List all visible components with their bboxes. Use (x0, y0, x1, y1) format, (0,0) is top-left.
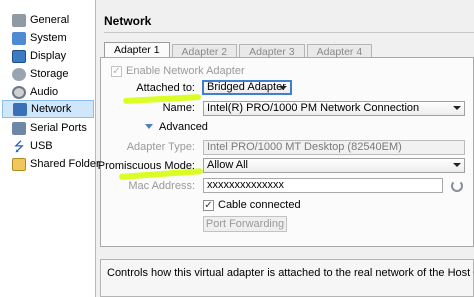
sidebar-item-label: Audio (30, 86, 59, 98)
sidebar-item-storage[interactable]: Storage (2, 65, 94, 83)
storage-icon (12, 67, 26, 81)
description-text: Controls how this virtual adapter is att… (107, 267, 474, 279)
cable-connected-checkbox[interactable]: ✓ (203, 200, 214, 211)
name-value: Intel(R) PRO/1000 PM Network Connection (207, 102, 420, 114)
sidebar-item-label: USB (30, 140, 53, 152)
sidebar-item-label: General (30, 14, 70, 26)
enable-adapter-checkbox[interactable]: ✓ (111, 66, 122, 77)
adapter-type-value: Intel PRO/1000 MT Desktop (82540EM) (207, 141, 402, 153)
sidebar-item-general[interactable]: General (2, 11, 94, 29)
promiscuous-mode-select[interactable]: Allow All (203, 158, 465, 173)
system-icon (12, 31, 26, 45)
shared-folders-icon (12, 157, 26, 171)
sidebar-item-label: Network (31, 103, 72, 115)
promiscuous-mode-label: Promiscuous Mode: (97, 160, 195, 172)
sidebar-item-label: Display (30, 50, 67, 62)
sidebar-item-network[interactable]: Network (2, 100, 94, 118)
sidebar-item-label: Storage (30, 68, 69, 80)
attached-to-value: Bridged Adapter (207, 81, 286, 93)
disclosure-triangle-icon[interactable] (145, 124, 153, 129)
promiscuous-mode-value: Allow All (207, 159, 248, 171)
page-title: Network (104, 14, 152, 28)
sidebar-item-serial-ports[interactable]: Serial Ports (2, 119, 94, 137)
title-divider (104, 32, 474, 33)
settings-main: Network Adapter 1 Adapter 2 Adapter 3 Ad… (96, 0, 474, 297)
attached-to-label: Attached to: (136, 82, 195, 94)
adapter-panel: ✓ Enable Network Adapter Attached to: Br… (97, 57, 474, 247)
sidebar-item-label: System (30, 32, 67, 44)
name-label: Name: (162, 102, 195, 114)
name-select[interactable]: Intel(R) PRO/1000 PM Network Connection (203, 101, 465, 116)
mac-address-value: xxxxxxxxxxxxxx (207, 179, 284, 191)
sidebar-item-usb[interactable]: ⭍ USB (2, 137, 94, 155)
chevron-down-icon (453, 106, 461, 110)
chevron-down-icon (453, 163, 461, 167)
network-icon (13, 102, 27, 116)
sidebar-item-display[interactable]: Display (2, 47, 94, 65)
sidebar-item-shared-folders[interactable]: Shared Folders (2, 155, 105, 173)
cable-connected-label: Cable connected (218, 199, 301, 211)
attached-to-select[interactable]: Bridged Adapter (202, 80, 292, 95)
description-box: Controls how this virtual adapter is att… (100, 259, 474, 297)
sidebar-item-label: Serial Ports (30, 122, 87, 134)
advanced-toggle[interactable]: Advanced (159, 121, 208, 133)
adapter-tabs: Adapter 1 Adapter 2 Adapter 3 Adapter 4 (104, 42, 374, 59)
serial-ports-icon (12, 121, 26, 135)
adapter-type-select: Intel PRO/1000 MT Desktop (82540EM) (203, 140, 465, 155)
general-icon (12, 13, 26, 27)
display-icon (12, 49, 26, 63)
sidebar-item-system[interactable]: System (2, 29, 94, 47)
audio-icon (12, 85, 26, 99)
adapter-type-label: Adapter Type: (126, 141, 195, 153)
sidebar-item-audio[interactable]: Audio (2, 83, 94, 101)
settings-sidebar: General System Display Storage Audio Net… (0, 0, 105, 297)
mac-address-field[interactable]: xxxxxxxxxxxxxx (203, 178, 443, 193)
refresh-icon[interactable] (451, 180, 463, 192)
port-forwarding-button[interactable]: Port Forwarding (203, 216, 287, 232)
usb-icon: ⭍ (13, 138, 25, 154)
mac-address-label: Mac Address: (128, 180, 195, 192)
chevron-down-icon (279, 86, 287, 90)
enable-adapter-label: Enable Network Adapter (126, 65, 245, 77)
sidebar-item-label: Shared Folders (30, 158, 106, 170)
